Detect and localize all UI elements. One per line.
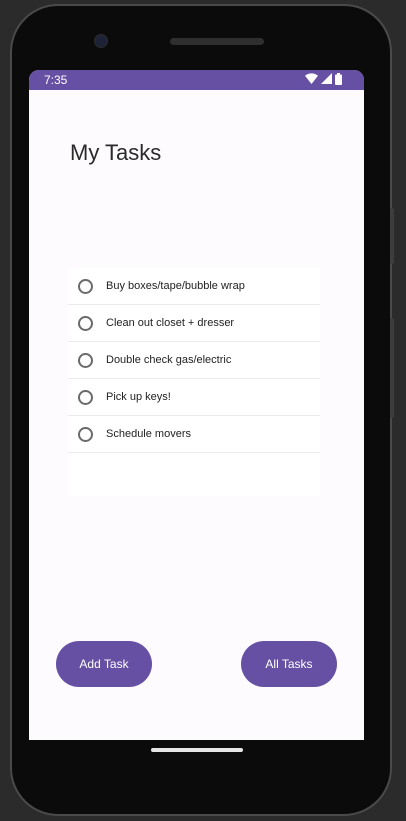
- cellular-signal-icon: [321, 73, 332, 87]
- power-button[interactable]: [390, 208, 394, 264]
- task-label: Clean out closet + dresser: [106, 317, 235, 329]
- status-bar: 7:35: [29, 70, 364, 90]
- radio-unchecked-icon[interactable]: [78, 278, 93, 294]
- volume-rocker[interactable]: [390, 318, 394, 418]
- radio-unchecked-icon[interactable]: [78, 352, 93, 368]
- radio-unchecked-icon[interactable]: [78, 389, 93, 405]
- battery-icon: [335, 72, 342, 88]
- task-item-check-gas-electric[interactable]: Double check gas/electric: [68, 342, 320, 379]
- task-item-buy-boxes[interactable]: Buy boxes/tape/bubble wrap: [68, 268, 320, 305]
- all-tasks-button[interactable]: All Tasks: [241, 641, 337, 687]
- task-label: Pick up keys!: [106, 391, 171, 403]
- status-time: 7:35: [44, 73, 68, 87]
- task-label: Buy boxes/tape/bubble wrap: [106, 280, 245, 292]
- task-item-clean-closet[interactable]: Clean out closet + dresser: [68, 305, 320, 342]
- front-camera: [94, 34, 108, 48]
- task-list: Buy boxes/tape/bubble wrap Clean out clo…: [68, 268, 320, 496]
- status-icons: [305, 72, 342, 88]
- task-label: Schedule movers: [106, 428, 191, 440]
- gesture-nav-handle[interactable]: [151, 748, 243, 752]
- wifi-icon: [305, 73, 318, 87]
- task-item-schedule-movers[interactable]: Schedule movers: [68, 416, 320, 453]
- earpiece-speaker: [170, 38, 264, 45]
- radio-unchecked-icon[interactable]: [78, 315, 93, 331]
- task-item-pick-up-keys[interactable]: Pick up keys!: [68, 379, 320, 416]
- add-task-button[interactable]: Add Task: [56, 641, 152, 687]
- task-label: Double check gas/electric: [106, 354, 232, 366]
- page-title: My Tasks: [70, 140, 162, 165]
- radio-unchecked-icon[interactable]: [78, 426, 93, 442]
- app-screen: 7:35 My Tasks Buy boxes/tape/bubble wrap…: [29, 70, 364, 740]
